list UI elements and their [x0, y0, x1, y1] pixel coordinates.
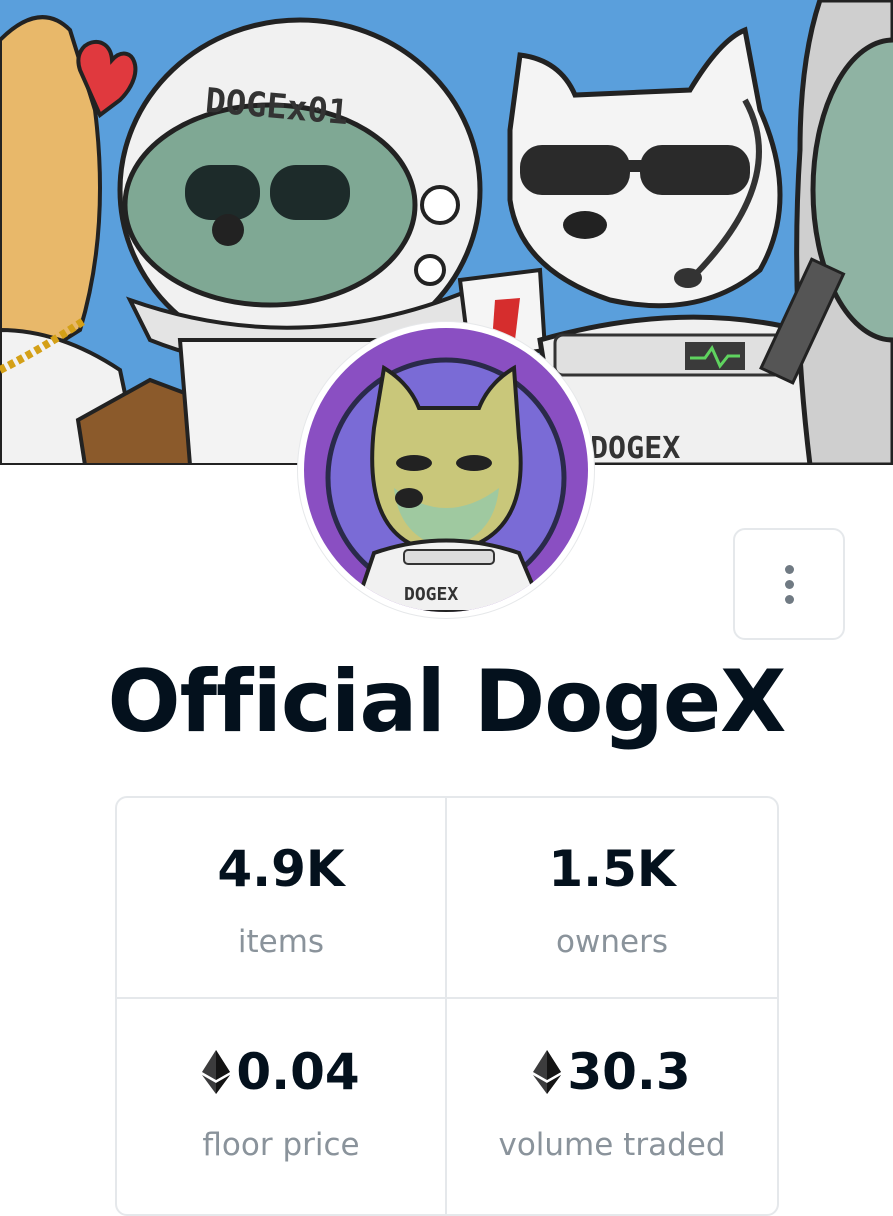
- stat-label: volume traded: [498, 1127, 726, 1163]
- avatar-suit-label: DOGEX: [404, 584, 458, 605]
- stat-value: 4.9K: [217, 840, 345, 898]
- stat-label: floor price: [202, 1127, 360, 1163]
- ethereum-icon: [202, 1050, 231, 1094]
- stat-items[interactable]: 4.9K items: [117, 798, 447, 999]
- stat-value: 30.3: [567, 1043, 691, 1101]
- stat-label: owners: [556, 924, 668, 960]
- more-options-button[interactable]: [733, 528, 845, 640]
- stat-floor-price[interactable]: 0.04 floor price: [117, 999, 447, 1214]
- stat-label: items: [237, 924, 325, 960]
- stat-volume-traded[interactable]: 30.3 volume traded: [447, 999, 777, 1214]
- collection-avatar: DOGEX: [298, 322, 594, 618]
- collection-title: Official DogeX: [107, 652, 787, 752]
- stat-value: 1.5K: [548, 840, 676, 898]
- ethereum-icon: [533, 1050, 562, 1094]
- avatar-image: DOGEX: [304, 328, 588, 612]
- suit-label: DOGEX: [590, 431, 680, 465]
- collection-stats: 4.9K items 1.5K owners 0.04 floor price: [115, 796, 779, 1216]
- stat-value: 0.04: [236, 1043, 360, 1101]
- vertical-ellipsis-icon: [784, 564, 794, 604]
- stat-owners[interactable]: 1.5K owners: [447, 798, 777, 999]
